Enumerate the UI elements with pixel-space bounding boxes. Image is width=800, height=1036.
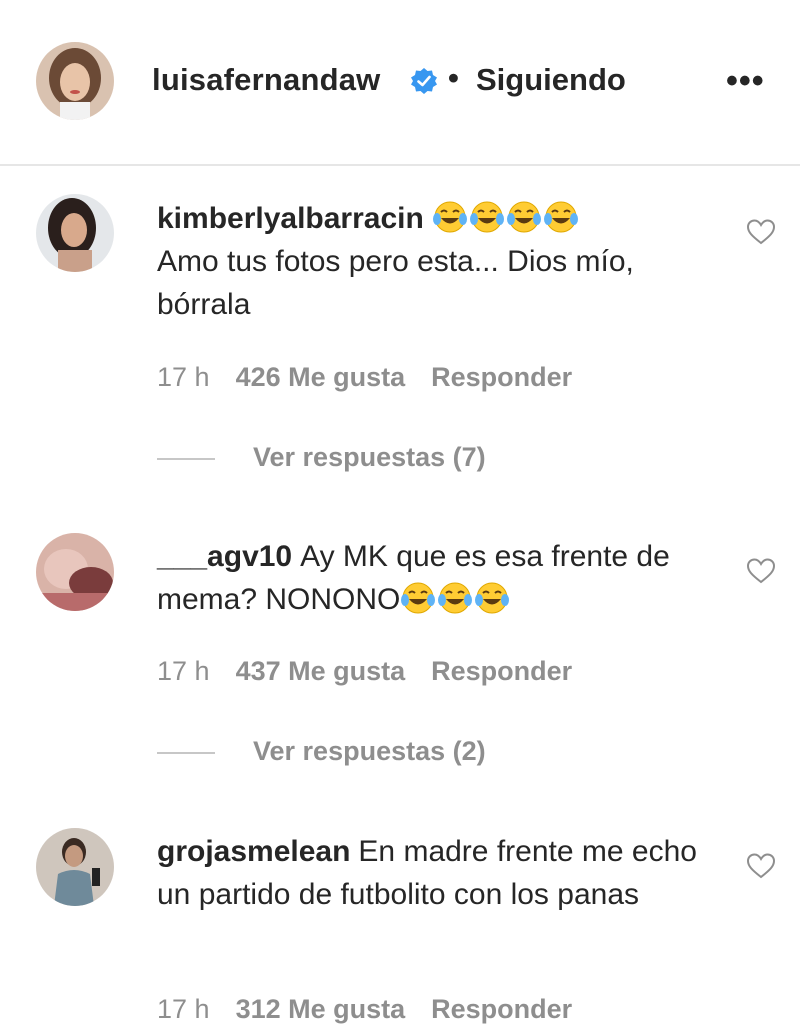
heart-outline-icon[interactable]: [746, 852, 776, 880]
tears-of-joy-emoji-icon: [506, 201, 541, 233]
comment-meta: 17 h 312 Me gusta Responder: [157, 994, 598, 1025]
emoji-group: [400, 582, 511, 616]
heart-outline-icon[interactable]: [746, 218, 776, 246]
comment-body: kimberlyalbarracin Amo tus fotos pero es…: [157, 197, 717, 326]
more-options-icon[interactable]: •••: [726, 64, 765, 98]
comment-likes[interactable]: 312 Me gusta: [236, 994, 406, 1024]
view-replies-button[interactable]: Ver respuestas (2): [157, 736, 486, 776]
comment-time: 17 h: [157, 994, 210, 1024]
comment-likes[interactable]: 437 Me gusta: [236, 656, 406, 686]
view-replies-button[interactable]: Ver respuestas (7): [157, 442, 486, 482]
tears-of-joy-emoji-icon: [432, 201, 467, 233]
heart-outline-icon[interactable]: [746, 557, 776, 585]
comment-username[interactable]: ___agv10: [157, 540, 292, 573]
comment-likes[interactable]: 426 Me gusta: [236, 362, 406, 392]
author-avatar[interactable]: [36, 42, 114, 120]
replies-divider: [157, 751, 215, 754]
reply-button[interactable]: Responder: [431, 362, 572, 392]
comment-time: 17 h: [157, 656, 210, 686]
tears-of-joy-emoji-icon: [469, 201, 504, 233]
author-username[interactable]: luisafernandaw: [152, 62, 380, 98]
comment-meta: 17 h 437 Me gusta Responder: [157, 656, 598, 687]
tears-of-joy-emoji-icon: [475, 582, 510, 614]
comment-body: ___agv10 Ay MK que es esa frente de mema?…: [157, 535, 717, 621]
reply-button[interactable]: Responder: [431, 994, 572, 1024]
commenter-avatar[interactable]: [36, 828, 114, 906]
commenter-avatar[interactable]: [36, 533, 114, 611]
comment-time: 17 h: [157, 362, 210, 392]
tears-of-joy-emoji-icon: [401, 582, 436, 614]
commenter-avatar[interactable]: [36, 194, 114, 272]
follow-status-button[interactable]: Siguiendo: [476, 62, 626, 98]
reply-button[interactable]: Responder: [431, 656, 572, 686]
comment-meta: 17 h 426 Me gusta Responder: [157, 362, 598, 393]
view-replies-label: Ver respuestas (2): [253, 736, 486, 766]
verified-badge-icon: [411, 68, 437, 94]
comment-body: grojasmelean En madre frente me echo un p…: [157, 830, 717, 916]
tears-of-joy-emoji-icon: [543, 201, 578, 233]
comment-username[interactable]: kimberlyalbarracin: [157, 202, 424, 235]
comment-username[interactable]: grojasmelean: [157, 835, 350, 868]
emoji-group: [432, 201, 580, 235]
tears-of-joy-emoji-icon: [438, 582, 473, 614]
separator-dot: •: [448, 60, 459, 95]
view-replies-label: Ver respuestas (7): [253, 442, 486, 472]
comment-text: Amo tus fotos pero esta... Dios mío, bór…: [157, 245, 634, 321]
post-header: luisafernandaw • Siguiendo •••: [0, 0, 800, 166]
replies-divider: [157, 457, 215, 460]
